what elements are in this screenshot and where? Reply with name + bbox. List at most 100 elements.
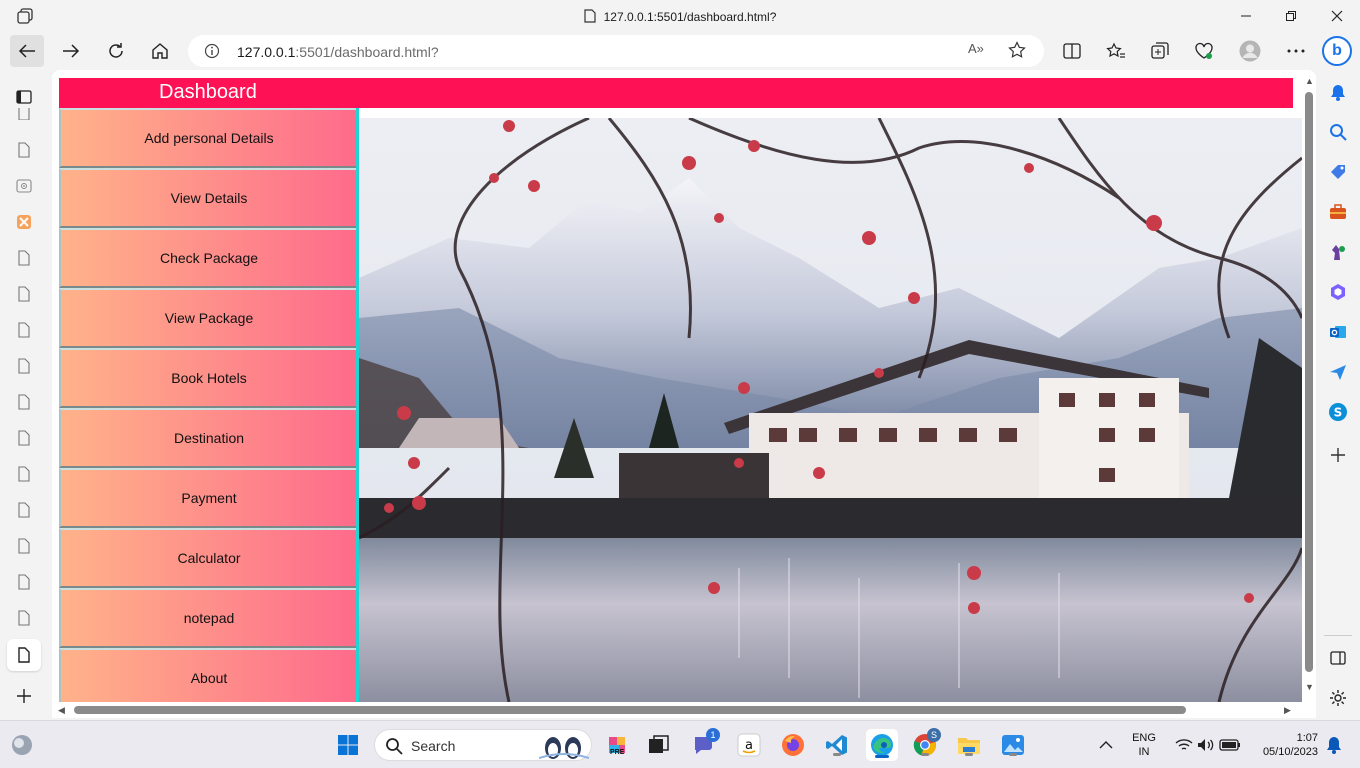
minimize-button[interactable] bbox=[1234, 6, 1258, 26]
clock[interactable]: 1:07 05/10/2023 bbox=[1252, 731, 1318, 759]
skype-icon[interactable]: S bbox=[1328, 402, 1348, 422]
edge-browser-icon[interactable] bbox=[866, 729, 898, 761]
horizontal-scroll-thumb[interactable] bbox=[74, 706, 1186, 714]
tab-page-icon[interactable] bbox=[14, 248, 34, 268]
profile-avatar[interactable] bbox=[1233, 35, 1267, 67]
menu-add-personal-details-button[interactable]: Add personal Details bbox=[59, 108, 359, 168]
menu-about-button[interactable]: About bbox=[59, 648, 359, 702]
start-windows-icon[interactable] bbox=[334, 731, 362, 759]
battery-icon[interactable] bbox=[1216, 731, 1244, 759]
sidebar-settings-gear-icon[interactable] bbox=[1328, 688, 1348, 708]
running-indicator bbox=[833, 753, 841, 756]
tab-page-icon[interactable] bbox=[14, 464, 34, 484]
weather-widget-icon[interactable] bbox=[8, 731, 36, 759]
scroll-right-arrow-icon[interactable]: ▶ bbox=[1284, 705, 1291, 716]
split-screen-icon[interactable] bbox=[1055, 35, 1089, 67]
close-button[interactable] bbox=[1325, 6, 1349, 26]
tab-xampp-icon[interactable] bbox=[14, 212, 34, 232]
shopping-tag-icon[interactable] bbox=[1328, 162, 1348, 182]
tab-page-icon[interactable] bbox=[14, 572, 34, 592]
bing-copilot-icon[interactable]: b bbox=[1322, 36, 1352, 66]
clock-date: 05/10/2023 bbox=[1262, 746, 1318, 758]
dashboard-header: Dashboard bbox=[59, 78, 1293, 108]
home-button[interactable] bbox=[143, 35, 177, 67]
vertical-scrollbar[interactable]: ▲ ▼ bbox=[1302, 70, 1316, 702]
restore-button[interactable] bbox=[1279, 6, 1303, 26]
scroll-left-arrow-icon[interactable]: ◀ bbox=[58, 705, 65, 716]
drop-send-icon[interactable] bbox=[1328, 362, 1348, 382]
menu-check-package-button[interactable]: Check Package bbox=[59, 228, 359, 288]
teams-chat-icon[interactable]: 1 bbox=[690, 728, 720, 759]
sidebar-divider bbox=[1324, 635, 1352, 636]
notifications-bell-icon[interactable] bbox=[1328, 82, 1348, 102]
url-path: :5501/dashboard.html? bbox=[295, 44, 439, 60]
games-icon[interactable] bbox=[1328, 242, 1348, 262]
running-indicator bbox=[965, 753, 973, 756]
menu-view-package-button[interactable]: View Package bbox=[59, 288, 359, 348]
horizontal-scrollbar[interactable]: ◀ ▶ bbox=[52, 702, 1302, 718]
browser-essentials-icon[interactable] bbox=[1187, 35, 1221, 67]
chrome-profile-badge: S bbox=[927, 728, 941, 742]
refresh-button[interactable] bbox=[99, 35, 133, 67]
tab-page-icon[interactable] bbox=[14, 428, 34, 448]
tab-page-icon[interactable] bbox=[14, 536, 34, 556]
search-label: Search bbox=[411, 738, 456, 754]
favorites-icon[interactable] bbox=[1099, 35, 1133, 67]
forward-button[interactable] bbox=[54, 35, 88, 67]
chrome-icon[interactable]: S bbox=[911, 728, 941, 759]
menu-destination-button[interactable]: Destination bbox=[59, 408, 359, 468]
tab-broadcast-icon[interactable] bbox=[14, 176, 34, 196]
firefox-icon[interactable] bbox=[779, 731, 807, 759]
amazon-icon[interactable]: a bbox=[735, 731, 763, 759]
menu-view-details-button[interactable]: View Details bbox=[59, 168, 359, 228]
collections-icon[interactable] bbox=[1143, 35, 1177, 67]
notification-center-bell-icon[interactable] bbox=[1320, 731, 1348, 759]
tab-page-icon[interactable] bbox=[14, 500, 34, 520]
url-text[interactable]: 127.0.0.1:5501/dashboard.html? bbox=[237, 44, 439, 60]
tab-page-icon-active[interactable] bbox=[7, 639, 41, 671]
add-sidebar-app-icon[interactable] bbox=[1328, 445, 1348, 465]
menu-notepad-button[interactable]: notepad bbox=[59, 588, 359, 648]
search-highlight-penguins-icon bbox=[538, 732, 590, 765]
language-region: IN bbox=[1138, 746, 1150, 758]
tab-page-icon[interactable] bbox=[14, 108, 34, 120]
hide-sidebar-icon[interactable] bbox=[1328, 648, 1348, 668]
microsoft-365-icon[interactable] bbox=[1328, 282, 1348, 302]
running-indicator bbox=[921, 753, 929, 756]
language-indicator[interactable]: ENG IN bbox=[1128, 731, 1160, 759]
task-view-icon[interactable] bbox=[645, 731, 673, 759]
menu-book-hotels-button[interactable]: Book Hotels bbox=[59, 348, 359, 408]
taskbar-search-box[interactable]: Search bbox=[374, 729, 592, 761]
clock-time: 1:07 bbox=[1296, 732, 1318, 744]
photos-icon[interactable] bbox=[999, 731, 1027, 759]
more-options-icon[interactable] bbox=[1279, 35, 1313, 67]
menu-payment-button[interactable]: Payment bbox=[59, 468, 359, 528]
file-explorer-icon[interactable] bbox=[955, 731, 983, 759]
outlook-icon[interactable] bbox=[1328, 322, 1348, 342]
tab-page-icon[interactable] bbox=[14, 320, 34, 340]
site-info-icon[interactable] bbox=[204, 43, 220, 64]
address-bar[interactable]: 127.0.0.1:5501/dashboard.html? A» bbox=[188, 35, 1044, 67]
read-aloud-icon[interactable]: A» bbox=[968, 41, 984, 56]
new-tab-plus-icon[interactable] bbox=[14, 686, 34, 706]
tools-briefcase-icon[interactable] bbox=[1328, 202, 1348, 222]
back-button[interactable] bbox=[10, 35, 44, 67]
favorite-star-icon[interactable] bbox=[1008, 41, 1026, 64]
tab-page-icon[interactable] bbox=[14, 140, 34, 160]
hero-image-mountain-hotel-lake bbox=[359, 118, 1302, 702]
copilot-preview-icon[interactable]: PRE bbox=[603, 731, 631, 759]
vscode-icon[interactable] bbox=[823, 731, 851, 759]
menu-calculator-button[interactable]: Calculator bbox=[59, 528, 359, 588]
scroll-up-arrow-icon[interactable]: ▲ bbox=[1305, 76, 1314, 86]
browser-viewport: Dashboard Add personal Details View Deta… bbox=[52, 70, 1316, 718]
vertical-scroll-thumb[interactable] bbox=[1305, 92, 1313, 672]
tab-page-icon[interactable] bbox=[14, 608, 34, 628]
tab-actions-icon[interactable] bbox=[14, 87, 34, 107]
running-indicator bbox=[1009, 753, 1017, 756]
show-hidden-icons-chevron[interactable] bbox=[1092, 731, 1120, 759]
tab-page-icon[interactable] bbox=[14, 284, 34, 304]
search-icon[interactable] bbox=[1328, 122, 1348, 142]
tab-page-icon[interactable] bbox=[14, 356, 34, 376]
scroll-down-arrow-icon[interactable]: ▼ bbox=[1305, 682, 1314, 692]
tab-page-icon[interactable] bbox=[14, 392, 34, 412]
